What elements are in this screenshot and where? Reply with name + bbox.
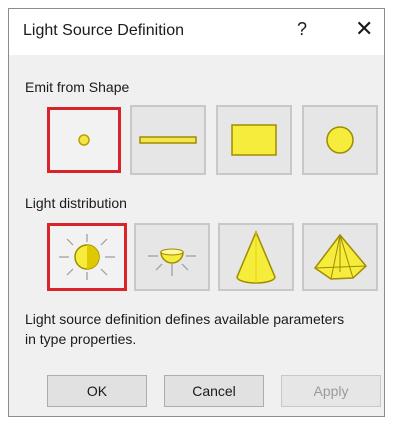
cancel-button[interactable]: Cancel — [164, 375, 264, 407]
point-light-icon — [78, 134, 90, 146]
distribution-photometric-web-option[interactable] — [302, 223, 378, 291]
light-distribution-label: Light distribution — [25, 195, 127, 211]
title-bar: Light Source Definition ? ✕ — [9, 9, 384, 55]
hemispherical-distribution-icon — [148, 248, 196, 276]
description-text: Light source definition defines availabl… — [25, 311, 345, 347]
rectangle-light-icon — [231, 124, 277, 156]
circle-light-icon — [326, 126, 354, 154]
spherical-distribution-icon — [59, 234, 115, 280]
light-source-definition-dialog: Light Source Definition ? ✕ Emit from Sh… — [8, 8, 385, 417]
emit-circle-option[interactable] — [302, 105, 378, 175]
ok-button[interactable]: OK — [47, 375, 147, 407]
spot-cone-distribution-icon — [236, 230, 276, 284]
emit-line-option[interactable] — [130, 105, 206, 175]
emit-from-shape-label: Emit from Shape — [25, 79, 130, 95]
help-button[interactable]: ? — [297, 19, 307, 40]
emit-rectangle-option[interactable] — [216, 105, 292, 175]
distribution-spherical-option[interactable] — [47, 223, 127, 291]
line-light-icon — [139, 136, 197, 144]
emit-point-option[interactable] — [47, 107, 121, 173]
photometric-web-distribution-icon — [313, 233, 368, 280]
dialog-title: Light Source Definition — [23, 22, 184, 39]
close-button[interactable]: ✕ — [355, 16, 373, 42]
distribution-spot-option[interactable] — [218, 223, 294, 291]
apply-button[interactable]: Apply — [281, 375, 381, 407]
distribution-hemispherical-option[interactable] — [134, 223, 210, 291]
